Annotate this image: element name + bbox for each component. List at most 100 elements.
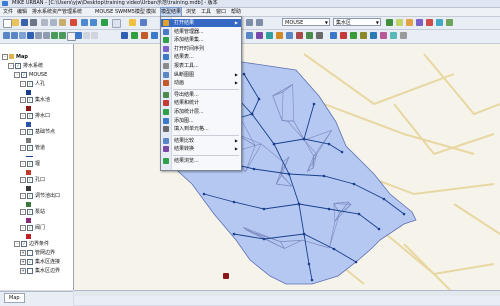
layer-checkbox[interactable]: ✓ bbox=[27, 97, 33, 103]
flow-icon[interactable] bbox=[370, 32, 377, 39]
collapse-icon[interactable]: - bbox=[20, 129, 26, 135]
pump-tool-icon[interactable] bbox=[151, 32, 158, 39]
menu-help[interactable]: 帮助 bbox=[231, 8, 241, 16]
print-icon[interactable] bbox=[30, 19, 37, 26]
measure-icon[interactable] bbox=[91, 32, 98, 39]
menu-item-1[interactable]: 打开结果▶ bbox=[161, 19, 241, 27]
menu-edit[interactable]: 编辑 bbox=[17, 8, 27, 16]
menu-item-5[interactable]: 结果表... bbox=[161, 53, 241, 61]
copy-icon[interactable] bbox=[50, 19, 57, 26]
layer-item[interactable]: -✓排水系统 bbox=[8, 62, 43, 71]
new-icon[interactable] bbox=[3, 19, 12, 28]
layer-item[interactable]: -✓基础节点 bbox=[20, 128, 55, 137]
collapse-icon[interactable]: - bbox=[20, 193, 26, 199]
collapse-icon[interactable]: - bbox=[20, 97, 26, 103]
menu-item-6[interactable]: 报表工具... bbox=[161, 62, 241, 70]
layer-item[interactable]: -✓堰 bbox=[20, 160, 40, 169]
collapse-icon[interactable]: - bbox=[20, 81, 26, 87]
play-icon[interactable] bbox=[306, 32, 313, 39]
fixed-zoom-in-icon[interactable] bbox=[35, 32, 42, 39]
save-icon[interactable] bbox=[21, 19, 28, 26]
collapse-icon[interactable]: - bbox=[20, 225, 26, 231]
link-tool-icon[interactable] bbox=[141, 32, 148, 39]
layer-checkbox[interactable]: ✓ bbox=[27, 145, 33, 151]
layer-item[interactable]: -✓阀门 bbox=[20, 224, 45, 233]
layer-checkbox[interactable]: ✓ bbox=[27, 129, 33, 135]
menu-window[interactable]: 窗口 bbox=[216, 8, 226, 16]
target-combo[interactable]: 集水区▼ bbox=[333, 18, 381, 26]
identify-icon[interactable] bbox=[75, 32, 82, 39]
menu-item-2[interactable]: 结果管理器... bbox=[161, 28, 241, 36]
grid-tool-icon[interactable] bbox=[390, 32, 397, 39]
layer-item[interactable]: -✓MOUSE bbox=[14, 71, 47, 80]
zoom-in-icon[interactable] bbox=[3, 32, 10, 39]
catchment-tool-icon[interactable] bbox=[446, 19, 453, 26]
expand-icon[interactable]: + bbox=[20, 268, 26, 274]
collapse-icon[interactable]: - bbox=[20, 209, 26, 215]
layer-combo[interactable]: MOUSE▼ bbox=[282, 18, 330, 26]
layer-checkbox[interactable]: ✓ bbox=[27, 161, 33, 167]
undo-icon[interactable] bbox=[81, 19, 88, 26]
layer-item[interactable]: +集水区边界 bbox=[20, 267, 60, 276]
menu-browse[interactable]: 浏览 bbox=[186, 8, 196, 16]
layer-item[interactable]: -✓泵站 bbox=[20, 208, 45, 217]
split-icon[interactable] bbox=[350, 32, 357, 39]
map-canvas[interactable] bbox=[74, 44, 500, 290]
node-tool-icon[interactable] bbox=[131, 32, 138, 39]
menu-model-results[interactable]: 模型结果 bbox=[161, 8, 181, 16]
arrow-tool-icon[interactable] bbox=[121, 32, 128, 39]
cut-icon[interactable] bbox=[41, 19, 48, 26]
full-extent-icon[interactable] bbox=[27, 32, 34, 39]
menu-asset-management[interactable]: 排水系统资产管理系统 bbox=[32, 8, 82, 16]
pan-icon[interactable] bbox=[19, 32, 26, 39]
expand-icon[interactable]: + bbox=[20, 259, 26, 265]
menu-item-13[interactable]: 填入到单元格... bbox=[161, 125, 241, 133]
select-icon[interactable] bbox=[386, 19, 393, 26]
layer-checkbox[interactable]: ✓ bbox=[27, 209, 33, 215]
collapse-icon[interactable]: - bbox=[20, 113, 26, 119]
menu-item-8[interactable]: 动画▶ bbox=[161, 79, 241, 87]
query-icon[interactable] bbox=[406, 19, 413, 26]
connect-icon[interactable] bbox=[340, 32, 347, 39]
layer-item[interactable]: +✓集水区连接 bbox=[20, 258, 60, 267]
stop-icon[interactable] bbox=[316, 32, 323, 39]
menu-item-7[interactable]: 纵断图图▶ bbox=[161, 71, 241, 79]
menu-item-14[interactable]: 结果比较▶ bbox=[161, 137, 241, 145]
layer-item[interactable]: -✓孔口 bbox=[20, 176, 45, 185]
layer-checkbox[interactable]: ✓ bbox=[27, 113, 33, 119]
timeseries-tool-icon[interactable] bbox=[256, 32, 263, 39]
layout-icon[interactable] bbox=[246, 19, 253, 26]
menu-tools[interactable]: 工具 bbox=[201, 8, 211, 16]
layer-checkbox[interactable]: ✓ bbox=[21, 241, 27, 247]
menu-item-16[interactable]: 结果浏览... bbox=[161, 157, 241, 165]
redo-icon[interactable] bbox=[90, 19, 97, 26]
collapse-icon[interactable]: - bbox=[20, 145, 26, 151]
collapse-icon[interactable]: - bbox=[14, 72, 20, 78]
graph-icon[interactable] bbox=[416, 19, 423, 26]
menu-item-9[interactable]: 导出结果... bbox=[161, 91, 241, 99]
add-data-icon[interactable] bbox=[101, 19, 108, 26]
validate-icon[interactable] bbox=[426, 19, 433, 26]
layer-item[interactable]: +管网边界 bbox=[20, 249, 55, 258]
open-folder-icon[interactable] bbox=[12, 19, 19, 26]
menu-item-11[interactable]: 添加统计层... bbox=[161, 108, 241, 116]
scale-combo-icon[interactable] bbox=[112, 19, 121, 28]
layer-checkbox[interactable]: ✓ bbox=[27, 225, 33, 231]
layer-item[interactable]: -✓人孔 bbox=[20, 80, 45, 89]
catalog-icon[interactable] bbox=[140, 19, 147, 26]
collapse-icon[interactable]: - bbox=[14, 241, 20, 247]
layer-item[interactable]: -✓调节池出口 bbox=[20, 192, 60, 201]
collapse-icon[interactable]: - bbox=[20, 161, 26, 167]
tab-map[interactable]: Map bbox=[4, 293, 25, 303]
collapse-icon[interactable]: - bbox=[2, 54, 8, 60]
paste-icon[interactable] bbox=[59, 19, 66, 26]
layer-checkbox[interactable]: ✓ bbox=[27, 193, 33, 199]
menu-swmm5[interactable]: SWMM5模型 bbox=[115, 8, 145, 16]
attribute-icon[interactable] bbox=[396, 19, 403, 26]
forward-extent-icon[interactable] bbox=[59, 32, 66, 39]
menu-item-4[interactable]: 打开时间序列 bbox=[161, 45, 241, 53]
merge-icon[interactable] bbox=[360, 32, 367, 39]
expand-icon[interactable]: + bbox=[20, 250, 26, 256]
table-tool-icon[interactable] bbox=[266, 32, 273, 39]
theme-tool-icon[interactable] bbox=[276, 32, 283, 39]
